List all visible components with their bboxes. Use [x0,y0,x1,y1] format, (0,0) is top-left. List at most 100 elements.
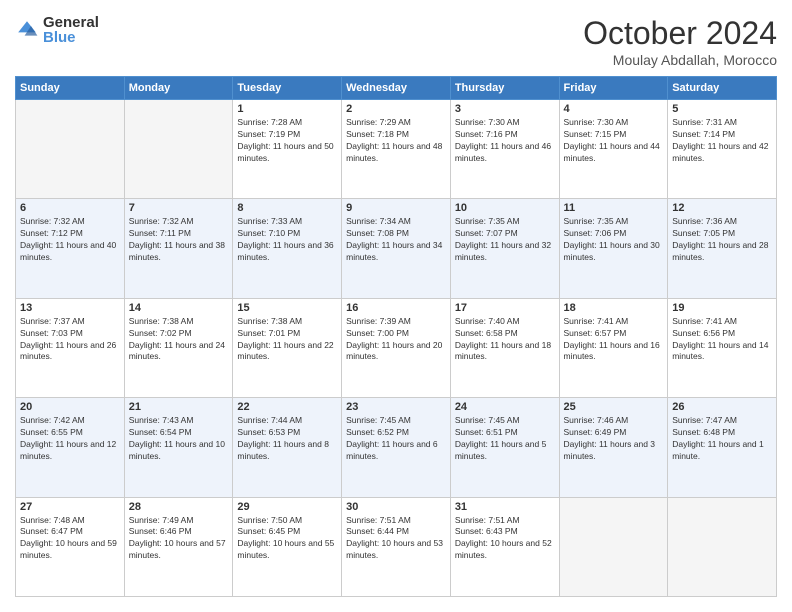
day-info: Sunrise: 7:35 AM Sunset: 7:07 PM Dayligh… [455,216,555,264]
day-info: Sunrise: 7:33 AM Sunset: 7:10 PM Dayligh… [237,216,337,264]
day-number: 31 [455,501,555,513]
calendar-cell: 10 Sunrise: 7:35 AM Sunset: 7:07 PM Dayli… [450,199,559,298]
day-number: 30 [346,501,446,513]
day-number: 22 [237,401,337,413]
day-info: Sunrise: 7:35 AM Sunset: 7:06 PM Dayligh… [564,216,664,264]
calendar-cell: 16 Sunrise: 7:39 AM Sunset: 7:00 PM Dayli… [342,298,451,397]
day-info: Sunrise: 7:41 AM Sunset: 6:57 PM Dayligh… [564,316,664,364]
calendar-cell: 1 Sunrise: 7:28 AM Sunset: 7:19 PM Daylig… [233,100,342,199]
calendar-cell: 4Sunrise: 7:30 AM Sunset: 7:15 PM Daylig… [559,100,668,199]
calendar-table: Sunday Monday Tuesday Wednesday Thursday… [15,76,777,597]
day-info: Sunrise: 7:41 AM Sunset: 6:56 PM Dayligh… [672,316,772,364]
day-number: 29 [237,501,337,513]
calendar-cell: 25 Sunrise: 7:46 AM Sunset: 6:49 PM Dayli… [559,398,668,497]
day-number: 18 [564,302,664,314]
day-info: Sunrise: 7:46 AM Sunset: 6:49 PM Dayligh… [564,415,664,463]
day-info: Sunrise: 7:45 AM Sunset: 6:51 PM Dayligh… [455,415,555,463]
calendar-cell: 23 Sunrise: 7:45 AM Sunset: 6:52 PM Dayli… [342,398,451,497]
calendar-body: 1 Sunrise: 7:28 AM Sunset: 7:19 PM Daylig… [16,100,777,597]
day-info: Sunrise: 7:36 AM Sunset: 7:05 PM Dayligh… [672,216,772,264]
day-info: Sunrise: 7:37 AM Sunset: 7:03 PM Dayligh… [20,316,120,364]
logo-blue-text: Blue [43,30,99,45]
day-info: Sunrise: 7:38 AM Sunset: 7:01 PM Dayligh… [237,316,337,364]
calendar-cell: 22Sunrise: 7:44 AM Sunset: 6:53 PM Dayli… [233,398,342,497]
day-number: 24 [455,401,555,413]
col-friday: Friday [559,77,668,100]
week-row-4: 20Sunrise: 7:42 AM Sunset: 6:55 PM Dayli… [16,398,777,497]
calendar-cell: 26Sunrise: 7:47 AM Sunset: 6:48 PM Dayli… [668,398,777,497]
logo: General Blue [15,15,99,45]
day-number: 4 [564,103,664,115]
month-title: October 2024 [583,15,777,52]
calendar-cell [124,100,233,199]
col-saturday: Saturday [668,77,777,100]
calendar-cell: 8 Sunrise: 7:33 AM Sunset: 7:10 PM Daylig… [233,199,342,298]
calendar-cell: 13 Sunrise: 7:37 AM Sunset: 7:03 PM Dayli… [16,298,125,397]
calendar-cell: 15 Sunrise: 7:38 AM Sunset: 7:01 PM Dayli… [233,298,342,397]
day-info: Sunrise: 7:32 AM Sunset: 7:12 PM Dayligh… [20,216,120,264]
logo-icon [15,18,39,42]
calendar-cell: 20Sunrise: 7:42 AM Sunset: 6:55 PM Dayli… [16,398,125,497]
col-monday: Monday [124,77,233,100]
title-block: October 2024 Moulay Abdallah, Morocco [583,15,777,68]
col-sunday: Sunday [16,77,125,100]
day-number: 11 [564,202,664,214]
calendar-cell: 17 Sunrise: 7:40 AM Sunset: 6:58 PM Dayli… [450,298,559,397]
day-info: Sunrise: 7:29 AM Sunset: 7:18 PM Dayligh… [346,117,446,165]
day-number: 15 [237,302,337,314]
calendar-cell: 3 Sunrise: 7:30 AM Sunset: 7:16 PM Daylig… [450,100,559,199]
calendar-cell: 2 Sunrise: 7:29 AM Sunset: 7:18 PM Daylig… [342,100,451,199]
calendar-cell [559,497,668,596]
day-number: 9 [346,202,446,214]
week-row-3: 13 Sunrise: 7:37 AM Sunset: 7:03 PM Dayli… [16,298,777,397]
calendar-cell: 31Sunrise: 7:51 AM Sunset: 6:43 PM Dayli… [450,497,559,596]
day-info: Sunrise: 7:28 AM Sunset: 7:19 PM Dayligh… [237,117,337,165]
day-number: 19 [672,302,772,314]
day-info: Sunrise: 7:47 AM Sunset: 6:48 PM Dayligh… [672,415,772,463]
day-info: Sunrise: 7:30 AM Sunset: 7:16 PM Dayligh… [455,117,555,165]
header-row: Sunday Monday Tuesday Wednesday Thursday… [16,77,777,100]
location-subtitle: Moulay Abdallah, Morocco [583,52,777,68]
week-row-5: 27 Sunrise: 7:48 AM Sunset: 6:47 PM Dayli… [16,497,777,596]
day-number: 1 [237,103,337,115]
day-number: 14 [129,302,229,314]
day-info: Sunrise: 7:40 AM Sunset: 6:58 PM Dayligh… [455,316,555,364]
logo-general-text: General [43,15,99,30]
day-number: 10 [455,202,555,214]
day-info: Sunrise: 7:48 AM Sunset: 6:47 PM Dayligh… [20,515,120,563]
day-info: Sunrise: 7:43 AM Sunset: 6:54 PM Dayligh… [129,415,229,463]
calendar-cell: 6Sunrise: 7:32 AM Sunset: 7:12 PM Daylig… [16,199,125,298]
day-info: Sunrise: 7:49 AM Sunset: 6:46 PM Dayligh… [129,515,229,563]
day-info: Sunrise: 7:34 AM Sunset: 7:08 PM Dayligh… [346,216,446,264]
day-number: 28 [129,501,229,513]
calendar-cell: 27 Sunrise: 7:48 AM Sunset: 6:47 PM Dayli… [16,497,125,596]
day-number: 17 [455,302,555,314]
day-number: 27 [20,501,120,513]
day-number: 3 [455,103,555,115]
day-number: 21 [129,401,229,413]
calendar-cell: 11 Sunrise: 7:35 AM Sunset: 7:06 PM Dayli… [559,199,668,298]
calendar-cell: 19 Sunrise: 7:41 AM Sunset: 6:56 PM Dayli… [668,298,777,397]
calendar-cell: 29 Sunrise: 7:50 AM Sunset: 6:45 PM Dayli… [233,497,342,596]
page: General Blue October 2024 Moulay Abdalla… [0,0,792,612]
calendar-cell: 28 Sunrise: 7:49 AM Sunset: 6:46 PM Dayli… [124,497,233,596]
calendar-cell: 30 Sunrise: 7:51 AM Sunset: 6:44 PM Dayli… [342,497,451,596]
day-number: 25 [564,401,664,413]
day-number: 16 [346,302,446,314]
day-info: Sunrise: 7:39 AM Sunset: 7:00 PM Dayligh… [346,316,446,364]
calendar-cell [16,100,125,199]
calendar-cell: 7Sunrise: 7:32 AM Sunset: 7:11 PM Daylig… [124,199,233,298]
day-number: 13 [20,302,120,314]
day-info: Sunrise: 7:45 AM Sunset: 6:52 PM Dayligh… [346,415,446,463]
day-info: Sunrise: 7:50 AM Sunset: 6:45 PM Dayligh… [237,515,337,563]
day-number: 2 [346,103,446,115]
col-wednesday: Wednesday [342,77,451,100]
day-info: Sunrise: 7:51 AM Sunset: 6:44 PM Dayligh… [346,515,446,563]
week-row-1: 1 Sunrise: 7:28 AM Sunset: 7:19 PM Daylig… [16,100,777,199]
calendar-cell: 18 Sunrise: 7:41 AM Sunset: 6:57 PM Dayli… [559,298,668,397]
day-info: Sunrise: 7:42 AM Sunset: 6:55 PM Dayligh… [20,415,120,463]
day-number: 8 [237,202,337,214]
day-number: 23 [346,401,446,413]
col-thursday: Thursday [450,77,559,100]
day-info: Sunrise: 7:38 AM Sunset: 7:02 PM Dayligh… [129,316,229,364]
